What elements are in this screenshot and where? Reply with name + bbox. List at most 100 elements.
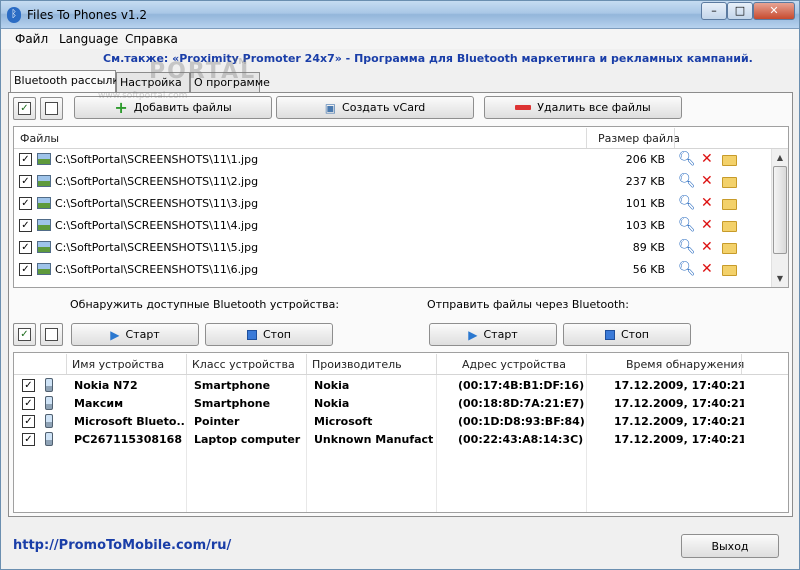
menu-file[interactable]: Файл (15, 32, 48, 46)
device-name-column-header[interactable]: Имя устройства (72, 358, 164, 371)
scroll-up-arrow[interactable]: ▲ (772, 149, 788, 166)
device-manufacturer: Microsoft (314, 415, 373, 428)
preview-icon[interactable]: 🔍︎ (678, 151, 696, 167)
title-bar[interactable]: ᛒ Files To Phones v1.2 – □ ✕ (1, 1, 799, 29)
folder-icon[interactable] (722, 177, 737, 188)
image-file-icon (37, 219, 51, 231)
folder-icon[interactable] (722, 265, 737, 276)
uncheck-all-devices-button[interactable] (40, 323, 63, 346)
play-icon: ▶ (468, 327, 478, 342)
device-discovery-time: 17.12.2009, 17:40:21 (614, 397, 744, 410)
device-manufacturer: Nokia (314, 397, 350, 410)
delete-icon[interactable]: ✕ (701, 195, 713, 211)
website-link[interactable]: http://PromoToMobile.com/ru/ (13, 538, 231, 553)
file-size: 206 KB (625, 153, 665, 166)
menu-help[interactable]: Справка (125, 32, 178, 46)
device-manufacturer: Nokia (314, 379, 350, 392)
file-checkbox[interactable]: ✓ (19, 197, 32, 210)
time-column-header[interactable]: Время обнаружения (626, 358, 744, 371)
discover-start-button[interactable]: ▶ Старт (71, 323, 199, 346)
delete-icon[interactable]: ✕ (701, 261, 713, 277)
size-column-header[interactable]: Размер файла (598, 132, 680, 145)
device-checkbox[interactable]: ✓ (22, 415, 35, 428)
close-button[interactable]: ✕ (753, 2, 795, 20)
file-row[interactable]: ✓ C:\SoftPortal\SCREENSHOTS\11\1.jpg 206 K… (14, 149, 768, 171)
discover-start-label: Старт (125, 328, 160, 341)
image-file-icon (37, 263, 51, 275)
device-row[interactable]: ✓ Nokia N72 Smartphone Nokia (00:17:4B:B1:DF… (14, 377, 777, 395)
file-size: 56 KB (632, 263, 665, 276)
files-scrollbar[interactable]: ▲ ▼ (771, 149, 788, 287)
preview-icon[interactable]: 🔍︎ (678, 261, 696, 277)
file-checkbox[interactable]: ✓ (19, 175, 32, 188)
send-stop-button[interactable]: Стоп (563, 323, 691, 346)
device-checkbox[interactable]: ✓ (22, 433, 35, 446)
image-file-icon (37, 153, 51, 165)
check-all-devices-button[interactable]: ✓ (13, 323, 36, 346)
send-label: Отправить файлы через Bluetooth: (427, 298, 629, 311)
send-start-button[interactable]: ▶ Старт (429, 323, 557, 346)
folder-icon[interactable] (722, 243, 737, 254)
folder-icon[interactable] (722, 155, 737, 166)
image-file-icon (37, 197, 51, 209)
device-class: Pointer (194, 415, 240, 428)
device-checkbox[interactable]: ✓ (22, 379, 35, 392)
discover-stop-button[interactable]: Стоп (205, 323, 333, 346)
device-row[interactable]: ✓ PC267115308168 Laptop computer Unknown Ma… (14, 431, 777, 449)
device-checkbox[interactable]: ✓ (22, 397, 35, 410)
file-path: C:\SoftPortal\SCREENSHOTS\11\2.jpg (55, 175, 259, 188)
delete-icon[interactable]: ✕ (701, 173, 713, 189)
file-checkbox[interactable]: ✓ (19, 219, 32, 232)
delete-icon[interactable]: ✕ (701, 151, 713, 167)
file-checkbox[interactable]: ✓ (19, 241, 32, 254)
device-class: Smartphone (194, 379, 271, 392)
app-window: ᛒ Files To Phones v1.2 – □ ✕ Файл Langua… (0, 0, 800, 570)
file-row[interactable]: ✓ C:\SoftPortal\SCREENSHOTS\11\4.jpg 103 K… (14, 215, 768, 237)
uncheck-all-files-button[interactable] (40, 97, 63, 120)
file-size: 237 KB (625, 175, 665, 188)
device-class: Laptop computer (194, 433, 301, 446)
menu-language[interactable]: Language (59, 32, 118, 46)
file-checkbox[interactable]: ✓ (19, 153, 32, 166)
devices-list[interactable]: Имя устройства Класс устройства Производ… (13, 352, 789, 513)
device-row[interactable]: ✓ Microsoft Blueto... Pointer Microsoft (00:… (14, 413, 777, 431)
scroll-thumb[interactable] (773, 166, 787, 254)
vcard-icon: ▣ (324, 100, 337, 115)
exit-button[interactable]: Выход (681, 534, 779, 558)
preview-icon[interactable]: 🔍︎ (678, 239, 696, 255)
device-row[interactable]: ✓ Максим Smartphone Nokia (00:18:8D:7A:21:E7… (14, 395, 777, 413)
create-vcard-button[interactable]: ▣ Создать vCard (276, 96, 474, 119)
delete-all-files-button[interactable]: Удалить все файлы (484, 96, 682, 119)
file-row[interactable]: ✓ C:\SoftPortal\SCREENSHOTS\11\3.jpg 101 K… (14, 193, 768, 215)
delete-icon[interactable]: ✕ (701, 239, 713, 255)
folder-icon[interactable] (722, 199, 737, 210)
device-class: Smartphone (194, 397, 271, 410)
manufacturer-column-header[interactable]: Производитель (312, 358, 402, 371)
device-manufacturer: Unknown Manufact... (314, 433, 434, 446)
device-class-column-header[interactable]: Класс устройства (192, 358, 295, 371)
file-row[interactable]: ✓ C:\SoftPortal\SCREENSHOTS\11\6.jpg 56 KB… (14, 259, 768, 281)
address-column-header[interactable]: Адрес устройства (462, 358, 566, 371)
minimize-button[interactable]: – (701, 2, 727, 20)
maximize-button[interactable]: □ (727, 2, 753, 20)
file-row[interactable]: ✓ C:\SoftPortal\SCREENSHOTS\11\2.jpg 237 K… (14, 171, 768, 193)
stop-icon (246, 329, 257, 340)
delete-all-label: Удалить все файлы (537, 101, 651, 114)
scroll-down-arrow[interactable]: ▼ (772, 270, 788, 287)
preview-icon[interactable]: 🔍︎ (678, 173, 696, 189)
check-all-files-button[interactable]: ✓ (13, 97, 36, 120)
devices-list-header: Имя устройства Класс устройства Производ… (14, 353, 788, 375)
folder-icon[interactable] (722, 221, 737, 232)
device-discovery-time: 17.12.2009, 17:40:21 (614, 415, 744, 428)
discover-label: Обнаружить доступные Bluetooth устройств… (70, 298, 340, 311)
file-row[interactable]: ✓ C:\SoftPortal\SCREENSHOTS\11\5.jpg 89 KB… (14, 237, 768, 259)
preview-icon[interactable]: 🔍︎ (678, 195, 696, 211)
preview-icon[interactable]: 🔍︎ (678, 217, 696, 233)
file-checkbox[interactable]: ✓ (19, 263, 32, 276)
delete-icon[interactable]: ✕ (701, 217, 713, 233)
files-column-header[interactable]: Файлы (20, 132, 59, 145)
files-list[interactable]: Файлы Размер файла ✓ C:\SoftPortal\SCREEN… (13, 126, 789, 288)
file-size: 103 KB (625, 219, 665, 232)
tab-bluetooth-mailing[interactable]: Bluetooth рассылка (10, 70, 126, 93)
device-address: (00:18:8D:7A:21:E7) (458, 397, 585, 410)
